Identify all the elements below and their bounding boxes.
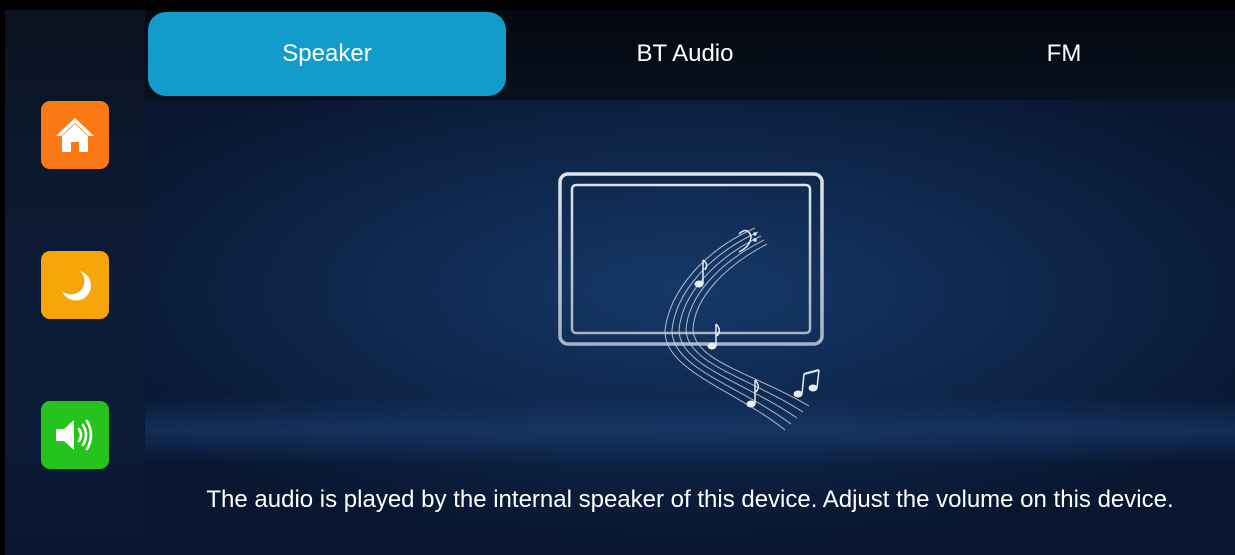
music-notes: [694, 229, 820, 408]
home-icon: [56, 118, 94, 152]
sound-button[interactable]: [41, 401, 109, 469]
tablet-frame: [558, 172, 824, 346]
speaker-illustration: [558, 172, 824, 431]
speaker-icon: [56, 419, 93, 451]
tab-speaker[interactable]: Speaker: [148, 12, 506, 96]
moon-icon: [62, 271, 91, 301]
night-mode-button[interactable]: [41, 251, 109, 319]
tablet-screen: [570, 183, 812, 335]
speaker-description: The audio is played by the internal spea…: [206, 486, 1174, 513]
source-tab-bar: Speaker BT Audio FM: [145, 10, 1235, 100]
tab-bt-audio[interactable]: BT Audio: [506, 12, 864, 96]
speaker-panel: The audio is played by the internal spea…: [145, 100, 1235, 555]
sidebar: [5, 10, 145, 555]
home-button[interactable]: [41, 101, 109, 169]
music-staff: [664, 227, 810, 431]
tab-fm[interactable]: FM: [885, 12, 1235, 96]
audio-settings-screen: Speaker BT Audio FM The audio is played …: [0, 0, 1235, 555]
